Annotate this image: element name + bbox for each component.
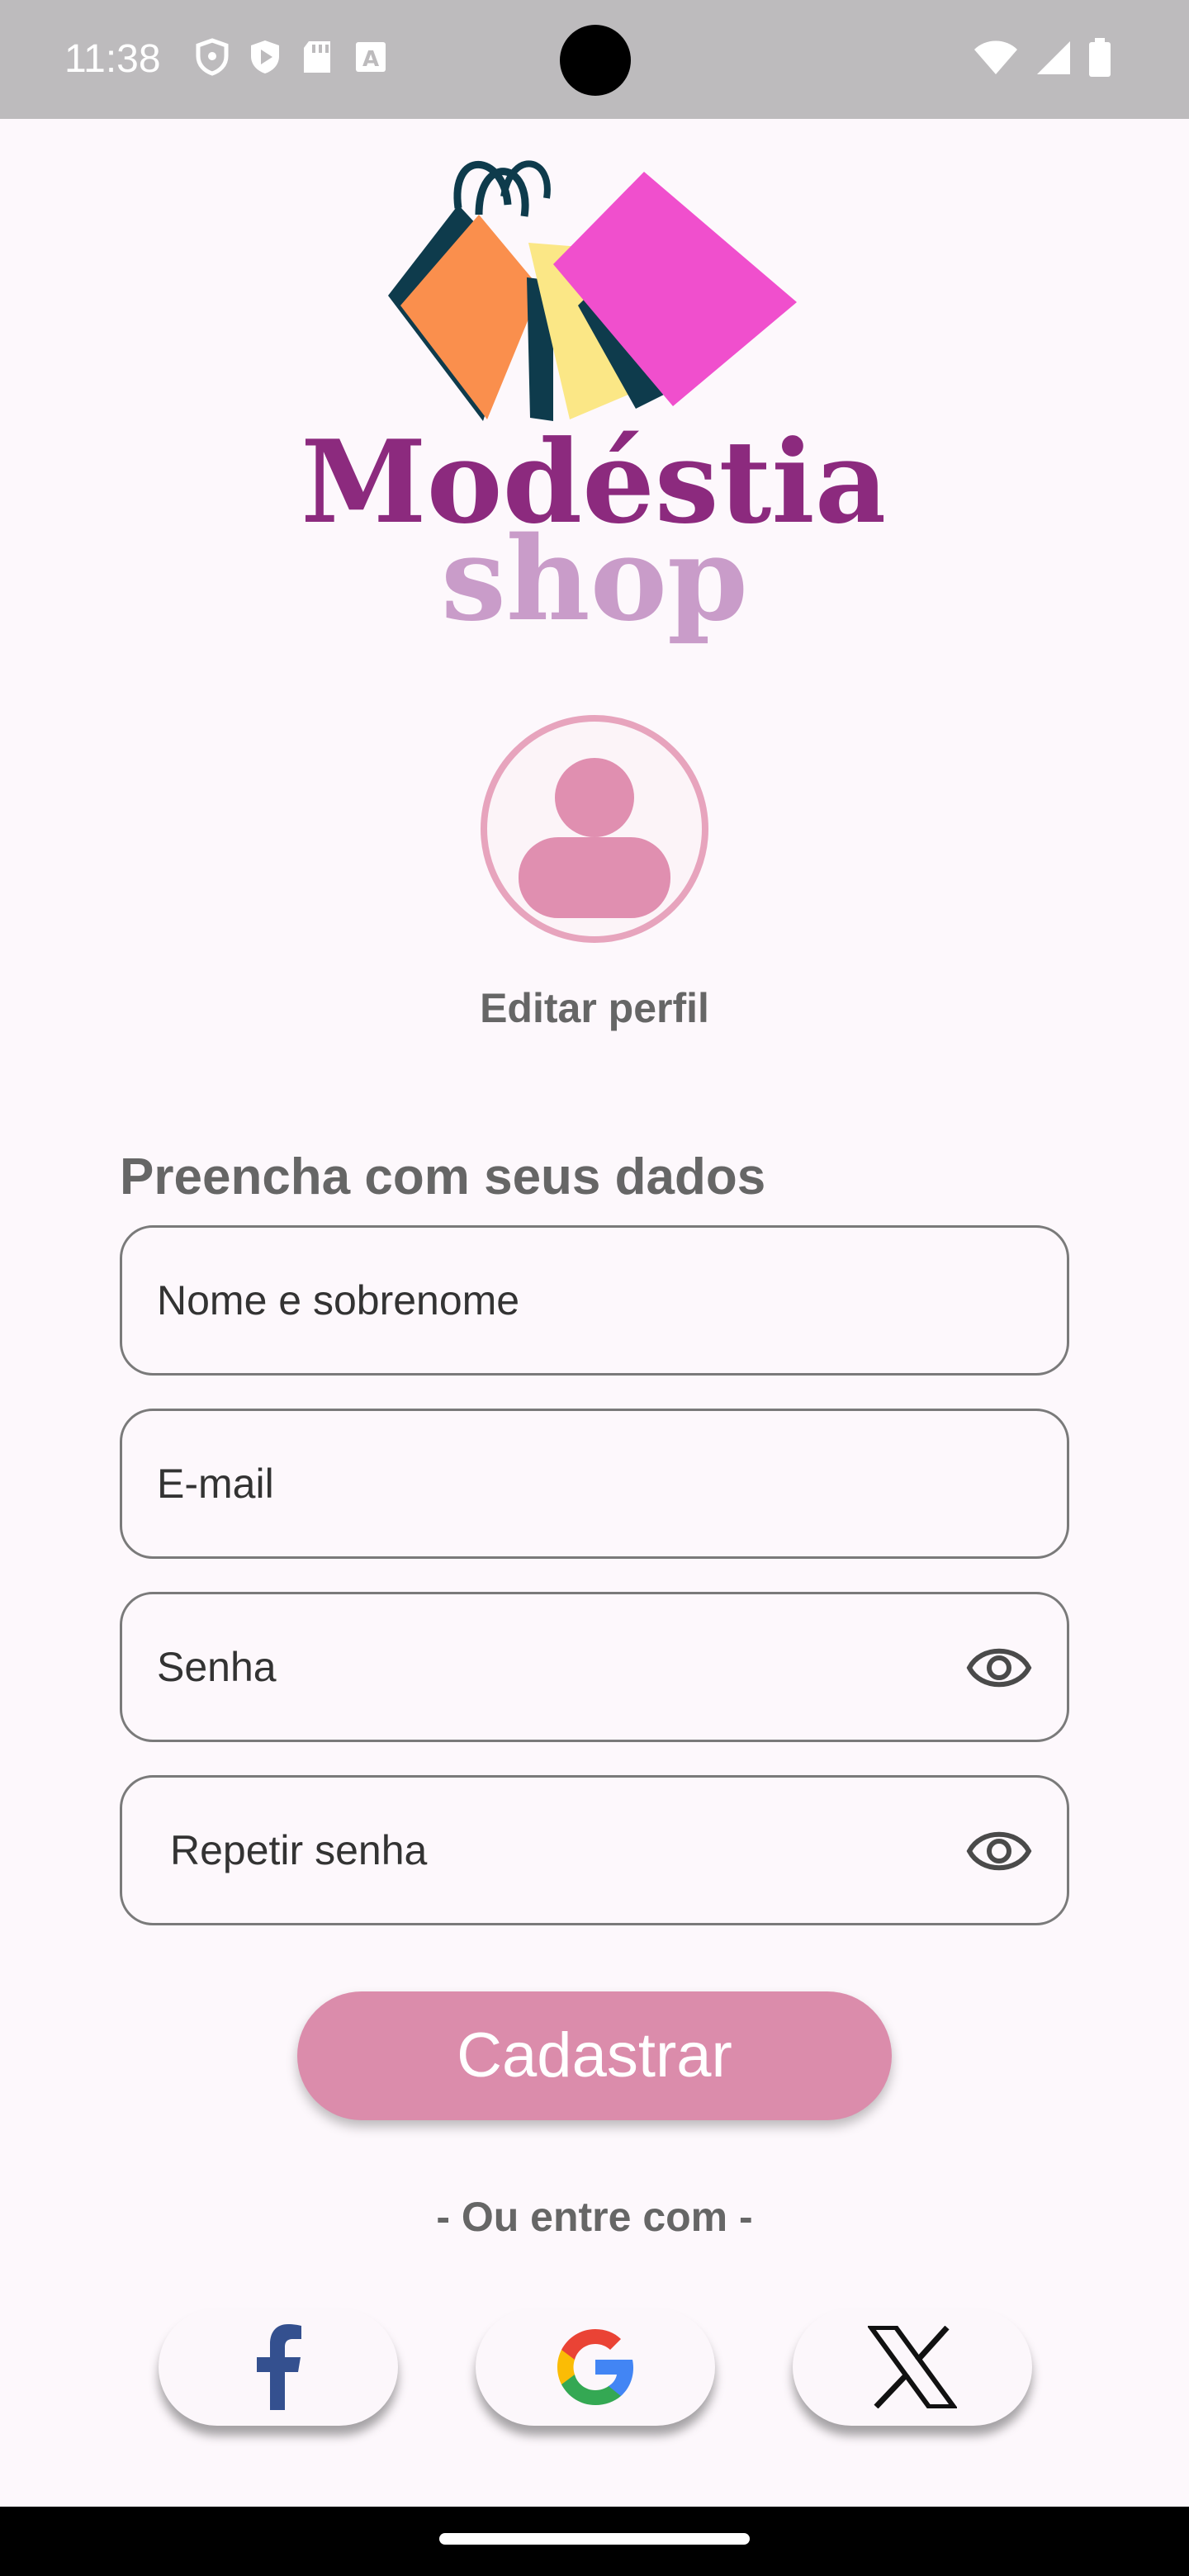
name-placeholder: Nome e sobrenome — [157, 1277, 520, 1324]
password-field[interactable]: Senha — [120, 1592, 1069, 1742]
form-title: Preencha com seus dados — [120, 1148, 766, 1205]
profile-avatar[interactable] — [481, 715, 708, 943]
status-time: 11:38 — [64, 37, 161, 81]
google-login-button[interactable] — [476, 2308, 715, 2426]
email-placeholder: E-mail — [157, 1461, 274, 1507]
x-login-button[interactable] — [793, 2308, 1032, 2426]
repeat-password-placeholder: Repetir senha — [170, 1827, 428, 1873]
camera-cutout — [560, 25, 631, 96]
user-avatar-icon — [519, 758, 670, 918]
eye-icon[interactable] — [966, 1639, 1032, 1697]
play-protect-icon — [248, 38, 282, 76]
edit-profile-link[interactable]: Editar perfil — [0, 984, 1189, 1032]
signal-icon — [1037, 41, 1070, 74]
status-icons-right — [973, 38, 1111, 78]
password-placeholder: Senha — [157, 1644, 277, 1690]
home-gesture-handle[interactable] — [439, 2533, 750, 2545]
battery-icon — [1089, 38, 1111, 77]
brand-logo: Modéstia shop — [301, 157, 888, 652]
font-icon: A — [353, 38, 388, 76]
navigation-bar — [0, 2507, 1189, 2576]
status-bar: 11:38 A — [0, 0, 1189, 119]
vpn-shield-icon — [195, 38, 230, 76]
name-field[interactable]: Nome e sobrenome — [120, 1225, 1069, 1376]
sd-card-icon — [301, 38, 335, 76]
repeat-password-field[interactable]: Repetir senha — [120, 1775, 1069, 1925]
status-icons-left: A — [195, 38, 388, 76]
google-icon — [557, 2329, 633, 2405]
brand-sub: shop — [441, 512, 748, 647]
or-enter-label: - Ou entre com - — [436, 2194, 753, 2240]
svg-text:A: A — [362, 47, 379, 72]
register-button[interactable]: Cadastrar — [297, 1991, 892, 2120]
facebook-icon — [257, 2324, 301, 2410]
email-field[interactable]: E-mail — [120, 1409, 1069, 1559]
eye-icon[interactable] — [966, 1822, 1032, 1880]
facebook-login-button[interactable] — [159, 2308, 398, 2426]
x-icon — [868, 2326, 957, 2408]
wifi-icon — [974, 40, 1017, 74]
